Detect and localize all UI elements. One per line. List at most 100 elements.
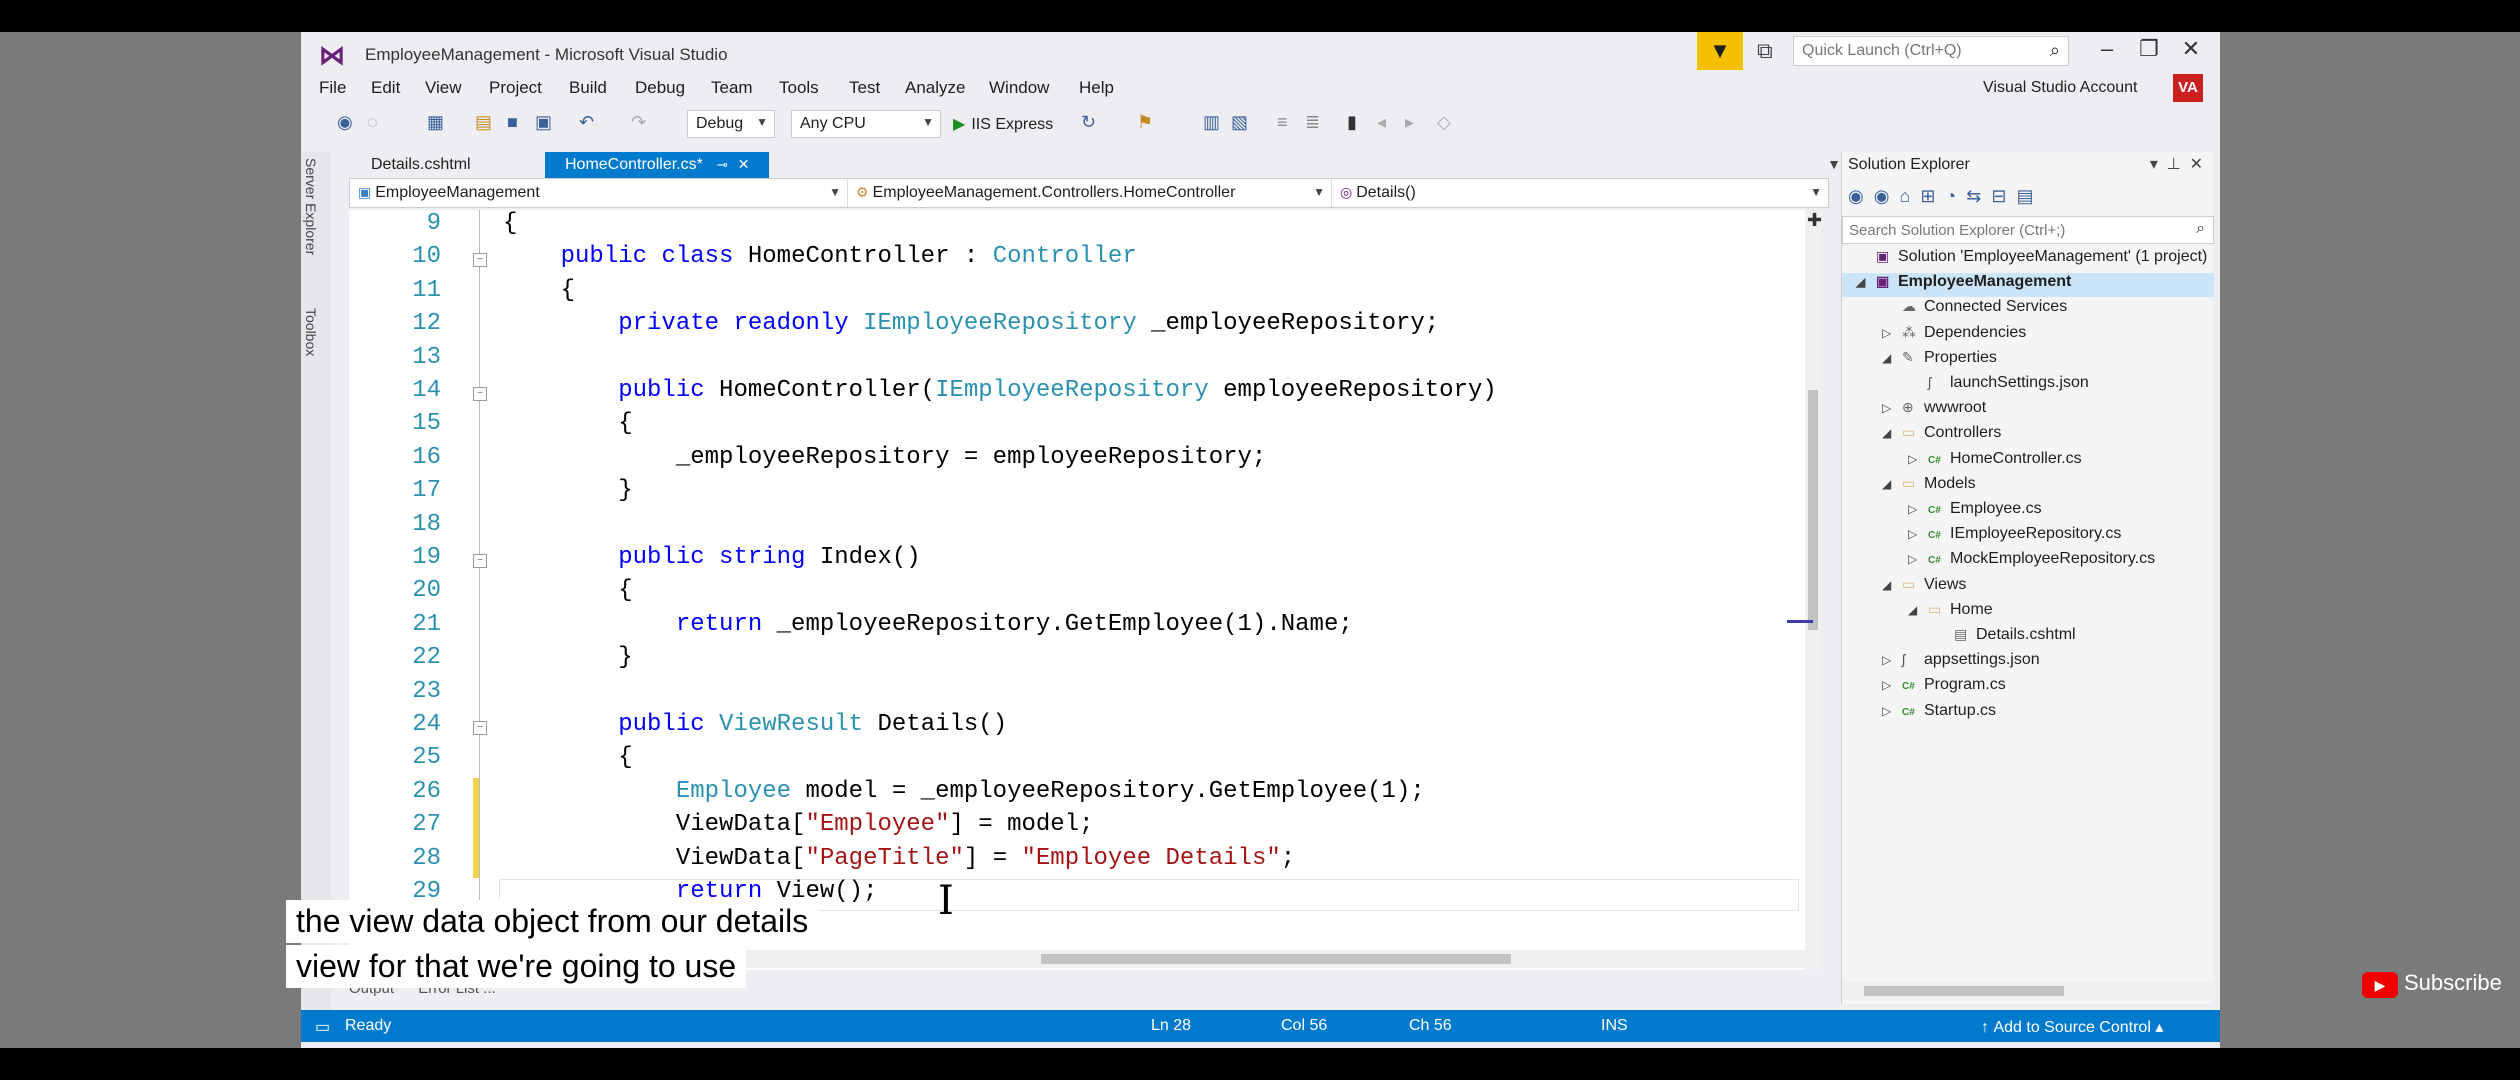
menu-tools[interactable]: Tools [779,78,819,98]
expand-toggle-icon[interactable]: ▷ [1908,502,1928,516]
navigate-forward-icon[interactable]: ◌ [367,112,378,133]
scrollbar-thumb[interactable] [1041,954,1511,964]
prev-bookmark-icon[interactable]: ◂ [1377,112,1386,133]
notification-filter-icon[interactable]: ▼ [1697,32,1743,70]
code-line[interactable]: { [503,577,632,604]
scrollbar-thumb[interactable] [1808,390,1818,630]
code-editor[interactable]: 9 {10 public class HomeController : Contr… [349,210,1821,970]
scrollbar-thumb[interactable] [1864,986,2064,996]
expand-toggle-icon[interactable]: ◢ [1882,426,1902,440]
solution-horizontal-scrollbar[interactable] [1842,982,2214,1000]
solution-tree-item[interactable]: ◢ ▭ Home [1908,601,1993,625]
bookmark-icon[interactable]: ▮ [1347,112,1357,133]
pending-changes-icon[interactable]: ◔ [1945,186,1966,206]
subscribe-button[interactable]: ▶ Subscribe [2362,970,2502,998]
collapse-all-icon[interactable]: ⊟ [1991,186,2016,206]
menu-window[interactable]: Window [989,78,1049,98]
solution-tree-item[interactable]: ▤ Details.cshtml [1934,626,2076,650]
code-line[interactable]: { [503,410,632,437]
solution-tree-item[interactable]: ☁ Connected Services [1882,298,2067,322]
solution-tree-item[interactable]: ▷ ⁂ Dependencies [1882,324,2026,348]
platform-dropdown[interactable]: Any CPU ▼ [791,110,941,138]
clear-bookmarks-icon[interactable]: ◇ [1437,112,1451,133]
fold-toggle-icon[interactable]: − [473,387,487,401]
redo-icon[interactable]: ↷ [631,112,646,133]
expand-toggle-icon[interactable]: ◢ [1908,603,1928,617]
solution-tree-item[interactable]: ▷ C# IEmployeeRepository.cs [1908,525,2121,549]
run-button[interactable]: ▶ IIS Express [953,114,1053,134]
next-bookmark-icon[interactable]: ▸ [1405,112,1414,133]
restore-button[interactable]: ❐ [2129,36,2169,62]
navigate-back-icon[interactable]: ◉ [337,112,353,133]
expand-toggle-icon[interactable]: ◢ [1882,578,1902,592]
menu-team[interactable]: Team [711,78,753,98]
code-line[interactable]: public ViewResult Details() [503,711,1007,738]
open-file-icon[interactable]: ▤ [475,112,492,133]
undo-icon[interactable]: ↶ [579,112,594,133]
menu-help[interactable]: Help [1079,78,1114,98]
quick-launch-input[interactable]: Quick Launch (Ctrl+Q) ⌕ [1793,36,2069,66]
solution-tree-item[interactable]: ʃ launchSettings.json [1908,374,2089,398]
code-line[interactable]: ViewData["PageTitle"] = "Employee Detail… [503,845,1295,872]
browser-link-icon[interactable]: ⚑ [1137,112,1153,133]
minimize-button[interactable]: – [2087,36,2127,62]
avatar[interactable]: VA [2173,74,2203,102]
solution-tree-item[interactable]: ◢ ▭ Controllers [1882,424,2001,448]
solution-tree-item[interactable]: ▷ ʃ appsettings.json [1882,651,2040,675]
project-dropdown[interactable]: ▣ EmployeeManagement ▼ [350,179,848,207]
menu-debug[interactable]: Debug [635,78,685,98]
fold-toggle-icon[interactable]: − [473,253,487,268]
forward-icon[interactable]: ◉ [1874,186,1900,206]
code-line[interactable]: public class HomeController : Controller [503,243,1137,270]
tab-overflow-icon[interactable]: ▼ [1827,156,1841,172]
expand-toggle-icon[interactable]: ▷ [1908,552,1928,566]
solution-tree-item[interactable]: ◢ ✎ Properties [1882,349,1997,373]
expand-toggle-icon[interactable]: ▷ [1882,653,1902,667]
uncomment-icon[interactable]: ≣ [1305,112,1320,133]
solution-tree-item[interactable]: ▷ ⊕ wwwroot [1882,399,1986,423]
expand-toggle-icon[interactable]: ◢ [1882,477,1902,491]
tab-homecontroller-cs[interactable]: HomeController.cs* ⊸ ✕ [545,152,770,178]
editor-horizontal-scrollbar[interactable] [571,950,1821,968]
save-all-icon[interactable]: ▣ [535,112,552,133]
server-explorer-tab[interactable]: Server Explorer [303,158,319,255]
source-control-button[interactable]: ↑ Add to Source Control ▴ [1981,1017,2163,1037]
menu-test[interactable]: Test [849,78,880,98]
pin-icon[interactable]: ⊥ [2167,156,2181,173]
solution-tree-item[interactable]: ▷ C# MockEmployeeRepository.cs [1908,550,2155,574]
close-icon[interactable]: ✕ [738,156,750,172]
member-dropdown[interactable]: ◎ Details() ▼ [1332,179,1828,207]
new-project-icon[interactable]: ▦ [427,112,444,133]
solution-tree-item[interactable]: ▣ Solution 'EmployeeManagement' (1 projec… [1856,248,2207,272]
code-line[interactable]: ViewData["Employee"] = model; [503,811,1094,838]
expand-toggle-icon[interactable]: ◢ [1856,275,1876,289]
editor-vertical-scrollbar[interactable] [1787,210,1821,970]
expand-toggle-icon[interactable]: ▷ [1882,678,1902,692]
pin-icon[interactable]: ⊸ [717,157,728,172]
fold-toggle-icon[interactable]: − [473,554,487,568]
code-line[interactable]: { [503,744,632,771]
close-icon[interactable]: ✕ [2190,156,2203,173]
code-line[interactable]: { [503,277,575,304]
solution-tree-item[interactable]: ▷ C# Startup.cs [1882,702,1996,726]
solution-tree-item[interactable]: ◢ ▭ Views [1882,576,1966,600]
refresh-icon[interactable]: ↻ [1081,112,1096,133]
solution-tree-item[interactable]: ▷ C# Employee.cs [1908,500,2042,524]
code-line[interactable]: _employeeRepository = employeeRepository… [503,444,1267,471]
menu-view[interactable]: View [425,78,462,98]
code-line[interactable]: } [503,477,632,504]
solution-tree-item[interactable]: ▷ C# HomeController.cs [1908,450,2082,474]
expand-toggle-icon[interactable]: ▷ [1908,452,1928,466]
show-all-files-icon[interactable]: ▤ [2016,186,2043,206]
code-line[interactable]: } [503,644,632,671]
feedback-icon[interactable]: ⧉ [1757,38,1773,64]
fold-toggle-icon[interactable]: − [473,721,487,735]
code-line[interactable]: public string Index() [503,544,920,571]
dropdown-icon[interactable]: ▾ [2150,156,2158,173]
sync-icon[interactable]: ⇆ [1966,186,1991,206]
account-name[interactable]: Visual Studio Account [1983,79,2137,97]
configuration-dropdown[interactable]: Debug ▼ [687,110,775,138]
solution-search-input[interactable]: Search Solution Explorer (Ctrl+;) ⌕ [1842,216,2214,244]
expand-toggle-icon[interactable]: ◢ [1882,351,1902,365]
comment-icon[interactable]: ≡ [1277,112,1288,133]
